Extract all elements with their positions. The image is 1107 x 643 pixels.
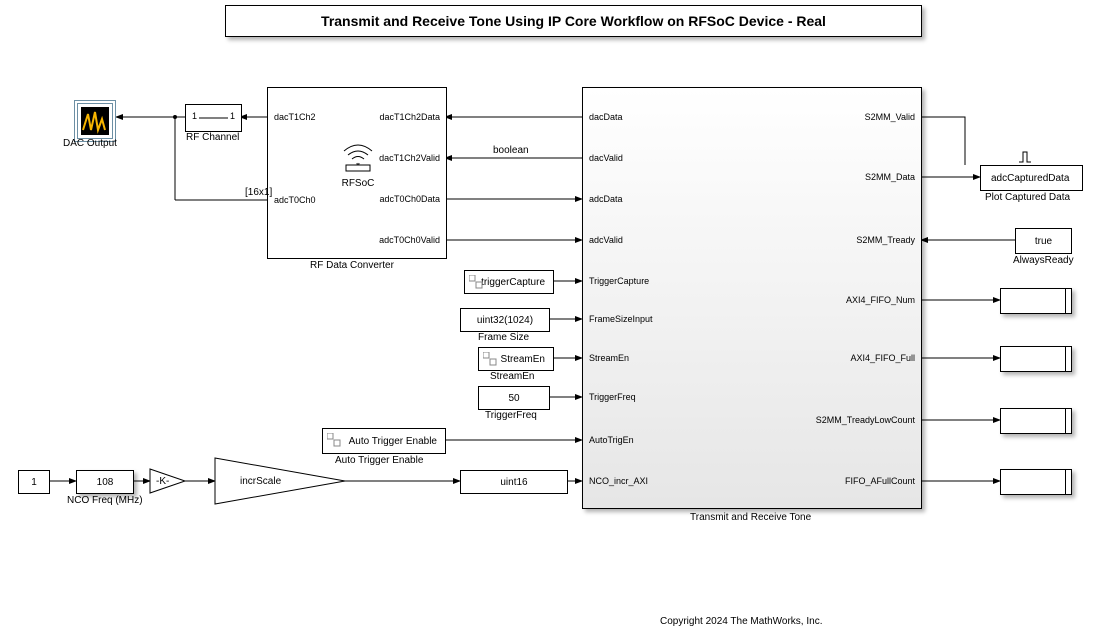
rfdc-rport-0: dacT1Ch2Data bbox=[379, 112, 440, 122]
main-rport-5: S2MM_TreadyLowCount bbox=[816, 415, 915, 425]
transmit-receive-tone-block[interactable]: dacData dacValid adcData adcValid Trigge… bbox=[582, 87, 922, 509]
trigger-freq-block[interactable]: 50 bbox=[478, 386, 550, 410]
auto-trigger-enable-inner: Auto Trigger Enable bbox=[345, 436, 441, 447]
always-ready-value: true bbox=[1031, 236, 1056, 247]
plot-captured-data-label: Plot Captured Data bbox=[985, 192, 1070, 203]
nco-const-1-text: 1 bbox=[27, 477, 41, 488]
main-lport-8: AutoTrigEn bbox=[589, 435, 634, 445]
rfdc-rport-1: dacT1Ch2Valid bbox=[379, 153, 440, 163]
display-fifo-full[interactable] bbox=[1000, 346, 1072, 372]
main-rport-1: S2MM_Data bbox=[865, 172, 915, 182]
uint16-block[interactable]: uint16 bbox=[460, 470, 568, 494]
rfdc-inner-label: RFSoC bbox=[328, 178, 388, 189]
nco-disp-108[interactable]: 108 bbox=[76, 470, 134, 494]
rfdc-label: RF Data Converter bbox=[310, 260, 394, 271]
always-ready-label: AlwaysReady bbox=[1013, 255, 1074, 266]
display-fifo-num[interactable] bbox=[1000, 288, 1072, 314]
frame-size-value: uint32(1024) bbox=[473, 315, 537, 326]
stream-en-block[interactable]: StreamEn bbox=[478, 347, 554, 371]
main-lport-5: FrameSizeInput bbox=[589, 314, 653, 324]
main-rport-0: S2MM_Valid bbox=[865, 112, 915, 122]
rfdc-rport-3: adcT0Ch0Valid bbox=[379, 235, 440, 245]
nco-const-1[interactable]: 1 bbox=[18, 470, 50, 494]
nco-freq-label: NCO Freq (MHz) bbox=[67, 495, 143, 506]
diagram-title-text: Transmit and Receive Tone Using IP Core … bbox=[321, 13, 826, 29]
main-lport-9: NCO_incr_AXI bbox=[589, 476, 648, 486]
main-rport-6: FIFO_AFullCount bbox=[845, 476, 915, 486]
display-fifo-afull[interactable] bbox=[1000, 469, 1072, 495]
auto-trigger-enable-label: Auto Trigger Enable bbox=[335, 455, 423, 466]
dac-output-label: DAC Output bbox=[63, 138, 117, 149]
main-rport-4: AXI4_FIFO_Full bbox=[850, 353, 915, 363]
wires-layer bbox=[0, 0, 1107, 643]
dac-output-scope[interactable] bbox=[74, 100, 116, 142]
rf-channel-block[interactable]: 1 1 bbox=[185, 104, 242, 132]
main-lport-4: TriggerCapture bbox=[589, 276, 649, 286]
incrscale-label: incrScale bbox=[240, 476, 281, 487]
copyright-label: Copyright 2024 The MathWorks, Inc. bbox=[660, 616, 823, 627]
rfdc-lport-0: dacT1Ch2 bbox=[274, 112, 316, 122]
rf-data-converter-block[interactable]: dacT1Ch2 adcT0Ch0 dacT1Ch2Data dacT1Ch2V… bbox=[267, 87, 447, 259]
always-ready-block[interactable]: true bbox=[1015, 228, 1072, 254]
main-lport-7: TriggerFreq bbox=[589, 392, 636, 402]
rfdc-rport-2: adcT0Ch0Data bbox=[379, 194, 440, 204]
plot-captured-data-block[interactable]: adcCapturedData bbox=[980, 165, 1083, 191]
rf-channel-label: RF Channel bbox=[186, 132, 239, 143]
diagram-title: Transmit and Receive Tone Using IP Core … bbox=[225, 5, 922, 37]
main-lport-1: dacValid bbox=[589, 153, 623, 163]
main-lport-3: adcValid bbox=[589, 235, 623, 245]
main-block-label: Transmit and Receive Tone bbox=[690, 512, 811, 523]
bus16-label: [16x1] bbox=[245, 187, 272, 198]
gain-k-label: -K- bbox=[156, 476, 169, 487]
main-rport-2: S2MM_Tready bbox=[856, 235, 915, 245]
trigger-freq-value: 50 bbox=[504, 393, 523, 404]
main-lport-0: dacData bbox=[589, 112, 623, 122]
rfdc-lport-1: adcT0Ch0 bbox=[274, 195, 316, 205]
trigger-capture-block[interactable]: triggerCapture bbox=[464, 270, 554, 294]
uint16-text: uint16 bbox=[496, 477, 531, 488]
main-rport-3: AXI4_FIFO_Num bbox=[846, 295, 915, 305]
display-tready-low[interactable] bbox=[1000, 408, 1072, 434]
auto-trigger-enable-block[interactable]: Auto Trigger Enable bbox=[322, 428, 446, 454]
trigger-capture-text: triggerCapture bbox=[477, 277, 549, 288]
frame-size-label: Frame Size bbox=[478, 332, 529, 343]
stream-en-label: StreamEn bbox=[490, 371, 534, 382]
main-lport-6: StreamEn bbox=[589, 353, 629, 363]
frame-size-block[interactable]: uint32(1024) bbox=[460, 308, 550, 332]
stream-en-value: StreamEn bbox=[497, 354, 549, 365]
plot-captured-data-port: adcCapturedData bbox=[987, 173, 1073, 184]
nco-disp-108-text: 108 bbox=[93, 477, 118, 488]
trigger-freq-label: TriggerFreq bbox=[485, 410, 537, 421]
main-lport-2: adcData bbox=[589, 194, 623, 204]
boolean-label: boolean bbox=[493, 145, 529, 156]
